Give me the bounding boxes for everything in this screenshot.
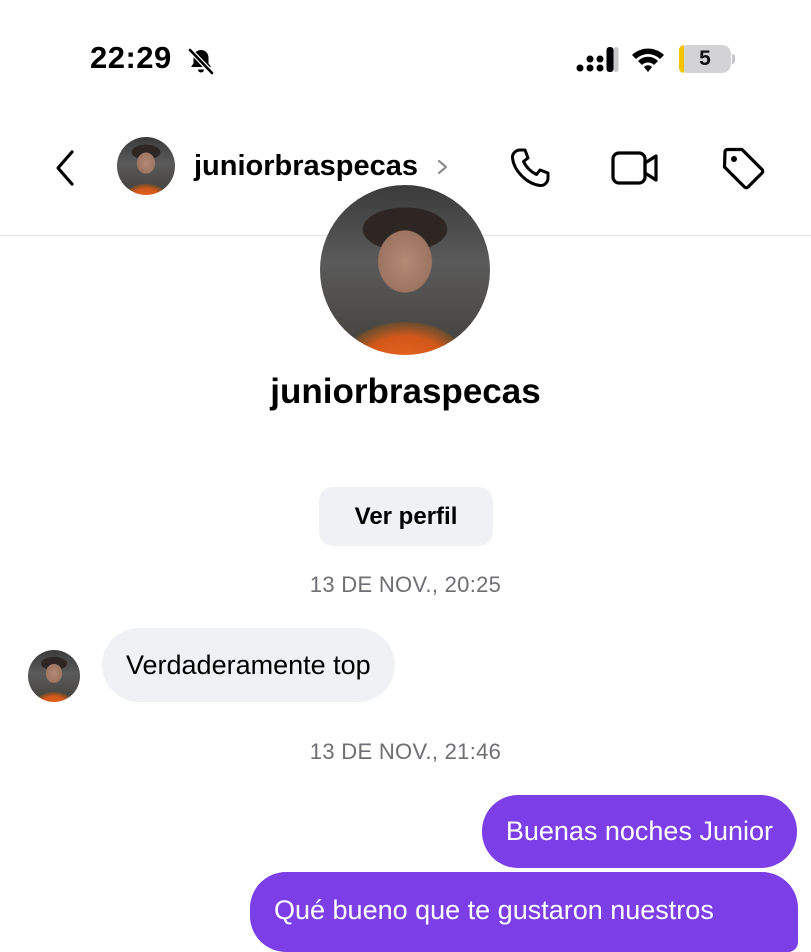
phone-icon[interactable] [508,146,552,190]
video-camera-icon[interactable] [610,147,660,189]
view-profile-button[interactable]: Ver perfil [319,487,493,546]
status-time: 22:29 [90,40,172,75]
wifi-icon [632,48,664,72]
battery-icon: 5 [679,45,735,75]
profile-avatar[interactable] [320,185,490,355]
cellular-signal-icon [576,47,619,72]
incoming-message[interactable]: Verdaderamente top [102,628,395,702]
chevron-right-icon[interactable] [436,154,450,180]
avatar[interactable] [117,137,175,195]
profile-name: juniorbraspecas [270,372,541,411]
header-username[interactable]: juniorbraspecas [194,150,418,183]
outgoing-message[interactable]: Qué bueno que te gustaron nuestros [250,872,798,952]
tag-icon[interactable] [720,145,766,191]
outgoing-message[interactable]: Buenas noches Junior [481,795,797,868]
message-timestamp: 13 DE NOV., 20:25 [309,572,502,597]
back-chevron-icon[interactable] [50,148,80,188]
battery-level: 5 [699,47,711,70]
sender-avatar[interactable] [28,650,80,702]
message-timestamp: 13 DE NOV., 21:46 [309,739,502,764]
bell-muted-icon [188,48,214,75]
